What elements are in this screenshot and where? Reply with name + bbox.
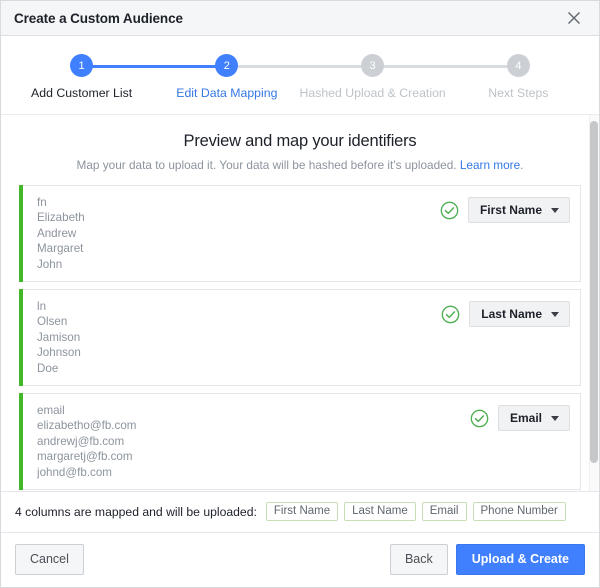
dialog-title: Create a Custom Audience <box>14 10 183 26</box>
column-value-preview: andrewj@fb.com <box>37 434 125 448</box>
stepper-step-4-number: 4 <box>506 54 530 77</box>
mapped-column-chip: Phone Number <box>472 502 566 521</box>
stepper-step-2-label: Edit Data Mapping <box>176 86 278 100</box>
identifier-type-value: First Name <box>479 203 542 217</box>
mapped-column-chip: Last Name <box>344 502 416 521</box>
mapping-card: ln Olsen Jamison Johnson Doe Last Name <box>19 289 581 387</box>
wizard-stepper: 1 Add Customer List 2 Edit Data Mapping … <box>1 36 599 115</box>
mapped-column-chips: First Name Last Name Email Phone Number <box>265 502 566 521</box>
column-value-preview: Elizabeth <box>37 211 85 225</box>
stepper-step-4-label: Next Steps <box>488 86 549 100</box>
column-header-preview: email <box>37 404 65 418</box>
check-circle-icon <box>440 201 459 220</box>
mapping-summary-text: 4 columns are mapped and will be uploade… <box>15 504 257 519</box>
card-controls: First Name <box>440 195 570 223</box>
dialog-footer: Cancel Back Upload & Create <box>1 532 599 587</box>
card-controls: Last Name <box>441 299 570 328</box>
mapping-scroll-area: Preview and map your identifiers Map you… <box>1 115 599 491</box>
page-subtitle-suffix: . <box>520 158 524 172</box>
mapping-card-list: fn Elizabeth Andrew Margaret John First Name l… <box>19 185 581 491</box>
stepper-step-1-number: 1 <box>70 54 94 77</box>
column-value-preview: Doe <box>37 361 59 375</box>
chevron-down-icon <box>551 207 559 213</box>
vertical-scrollbar-track[interactable] <box>589 115 599 491</box>
column-preview: fn Elizabeth Andrew Margaret John <box>37 195 440 272</box>
identifier-type-dropdown[interactable]: Email <box>497 405 570 432</box>
stepper-step-1-label: Add Customer List <box>31 86 133 100</box>
create-custom-audience-dialog: Create a Custom Audience 1 Add Customer … <box>0 0 600 588</box>
page-subtitle-text: Map your data to upload it. Your data wi… <box>76 158 460 172</box>
identifier-type-dropdown[interactable]: Last Name <box>469 301 570 328</box>
chevron-down-icon <box>551 311 559 317</box>
stepper-connector-2-3 <box>225 65 375 68</box>
card-status-accent <box>19 185 23 283</box>
cancel-button[interactable]: Cancel <box>15 544 84 575</box>
column-value-preview: Margaret <box>37 242 84 256</box>
column-value-preview: margaretj@fb.com <box>37 450 133 464</box>
stepper-step-1[interactable]: 1 Add Customer List <box>9 54 154 114</box>
mapping-content: Preview and map your identifiers Map you… <box>1 115 599 491</box>
mapping-card: email elizabetho@fb.com andrewj@fb.com marg… <box>19 393 581 491</box>
check-circle-icon <box>441 305 460 324</box>
mapped-column-chip: First Name <box>265 502 339 521</box>
page-title: Preview and map your identifiers <box>183 132 417 150</box>
stepper-step-3-number: 3 <box>361 54 385 77</box>
learn-more-link[interactable]: Learn more <box>460 158 520 172</box>
card-status-accent <box>19 393 23 491</box>
column-value-preview: elizabetho@fb.com <box>37 419 137 433</box>
close-icon[interactable] <box>563 7 585 29</box>
vertical-scrollbar-thumb[interactable] <box>590 121 598 463</box>
upload-and-create-button[interactable]: Upload & Create <box>455 544 585 575</box>
column-header-preview: fn <box>37 196 47 209</box>
dialog-titlebar: Create a Custom Audience <box>1 1 599 36</box>
column-value-preview: johnd@fb.com <box>37 465 112 479</box>
check-circle-icon <box>470 409 489 428</box>
stepper-step-2[interactable]: 2 Edit Data Mapping <box>154 54 299 114</box>
mapping-card: fn Elizabeth Andrew Margaret John First Name <box>19 185 581 283</box>
stepper-step-3[interactable]: 3 Hashed Upload & Creation <box>299 54 446 114</box>
column-preview: email elizabetho@fb.com andrewj@fb.com marg… <box>37 403 470 480</box>
chevron-down-icon <box>551 415 559 421</box>
stepper-step-2-number: 2 <box>215 54 239 77</box>
identifier-type-value: Email <box>509 411 542 426</box>
column-value-preview: John <box>37 257 63 271</box>
column-value-preview: Olsen <box>37 315 68 329</box>
mapping-summary-bar: 4 columns are mapped and will be uploade… <box>1 491 599 532</box>
stepper-connector-1-2 <box>75 65 226 68</box>
column-preview: ln Olsen Jamison Johnson Doe <box>37 299 441 376</box>
column-value-preview: Johnson <box>37 346 81 360</box>
identifier-type-dropdown[interactable]: First Name <box>467 197 570 223</box>
page-subtitle: Map your data to upload it. Your data wi… <box>19 151 581 185</box>
column-header-preview: ln <box>37 300 47 314</box>
card-controls: Email <box>470 403 570 432</box>
identifier-type-value: Last Name <box>481 307 542 322</box>
column-value-preview: Andrew <box>37 226 77 240</box>
mapped-column-chip: Email <box>421 502 467 521</box>
stepper-connector-3-4 <box>374 65 525 68</box>
stepper-step-3-label: Hashed Upload & Creation <box>299 86 446 100</box>
column-value-preview: Jamison <box>37 330 81 344</box>
back-button[interactable]: Back <box>389 544 448 575</box>
card-status-accent <box>19 289 23 387</box>
stepper-step-4[interactable]: 4 Next Steps <box>446 54 591 114</box>
